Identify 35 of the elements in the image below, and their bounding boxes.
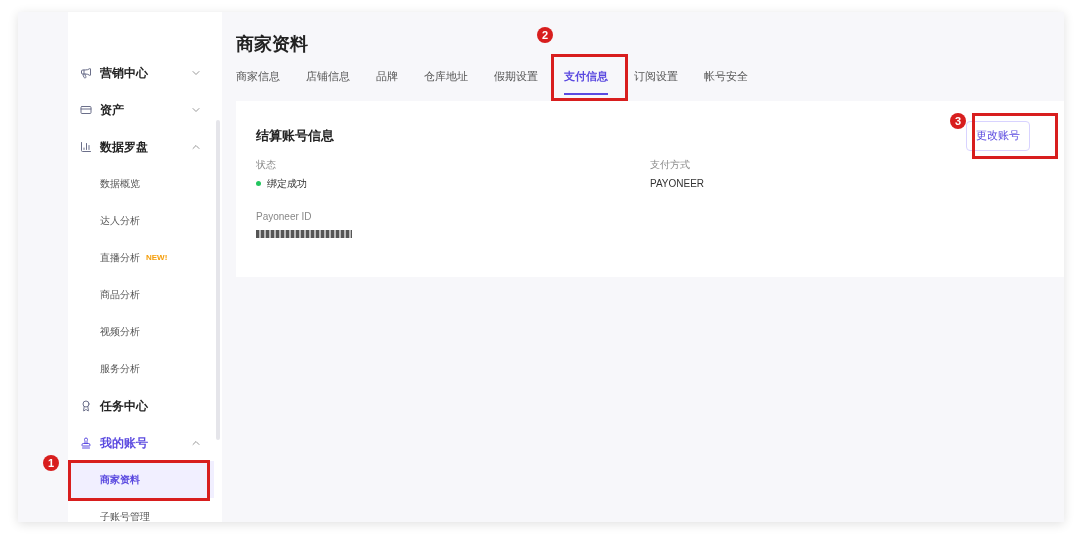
- field-value: PAYONEER: [650, 176, 705, 191]
- tab[interactable]: 品牌: [376, 66, 398, 95]
- field-label: 状态: [256, 157, 277, 172]
- megaphone-icon: [80, 66, 92, 79]
- sidebar-subitem[interactable]: 服务分析: [68, 350, 214, 387]
- tab[interactable]: 假期设置: [494, 66, 538, 95]
- field-label: Payoneer ID: [256, 209, 313, 224]
- sidebar-subitem[interactable]: 数据概览: [68, 165, 214, 202]
- bar-chart-icon: [80, 140, 92, 153]
- sidebar-subitem[interactable]: 商家资料: [68, 461, 214, 498]
- field-value: 绑定成功: [267, 176, 307, 191]
- sidebar-subitem[interactable]: 商品分析: [68, 276, 214, 313]
- change-account-button[interactable]: 更改账号: [966, 120, 1030, 151]
- page-title: 商家资料: [236, 33, 308, 56]
- sidebar-group-item[interactable]: 任务中心: [68, 387, 222, 424]
- sidebar-subitem[interactable]: 达人分析: [68, 202, 214, 239]
- tab[interactable]: 帐号安全: [704, 66, 748, 95]
- sidebar-group-item[interactable]: 营销中心: [68, 54, 222, 91]
- sidebar-subitem[interactable]: 视频分析: [68, 313, 214, 350]
- card-title: 结算账号信息: [256, 126, 334, 145]
- tab[interactable]: 仓库地址: [424, 66, 468, 95]
- tab[interactable]: 订阅设置: [634, 66, 678, 95]
- stamp-icon: [80, 436, 92, 449]
- sidebar-group-item[interactable]: 资产: [68, 91, 222, 128]
- field-label: 支付方式: [650, 157, 691, 172]
- tab[interactable]: 支付信息: [564, 66, 608, 95]
- sidebar-group-item[interactable]: 数据罗盘: [68, 128, 222, 165]
- tab[interactable]: 店铺信息: [306, 66, 350, 95]
- card-icon: [80, 103, 92, 116]
- sidebar-subitem[interactable]: 直播分析 NEW!: [68, 239, 214, 276]
- medal-icon: [80, 399, 92, 412]
- new-label: NEW!: [146, 251, 168, 264]
- sidebar-subitem[interactable]: 子账号管理: [68, 498, 214, 522]
- sidebar-group-item[interactable]: 我的账号: [68, 424, 222, 461]
- tab[interactable]: 商家信息: [236, 66, 280, 95]
